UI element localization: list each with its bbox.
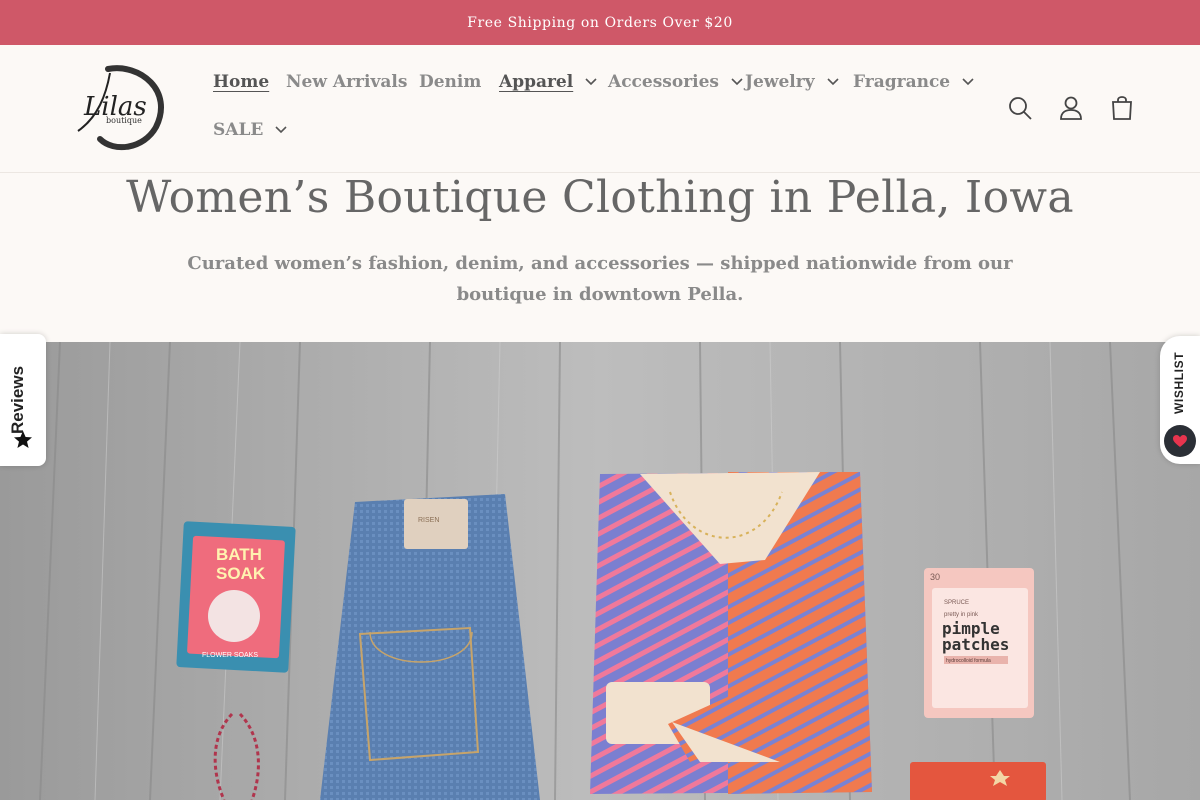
- announcement-text: Free Shipping on Orders Over $20: [467, 14, 733, 31]
- nav-jewelry[interactable]: Jewelry: [745, 72, 839, 92]
- nav-jewelry-label: Jewelry: [745, 72, 815, 92]
- wishlist-tab-label: WISHLIST: [1172, 351, 1186, 414]
- account-icon[interactable]: [1057, 94, 1085, 122]
- jeans-product: RISEN: [320, 494, 540, 800]
- bath-soak-product: BATH SOAK FLOWER SOAKS: [176, 521, 296, 673]
- star-icon: [14, 431, 32, 448]
- svg-text:RISEN: RISEN: [418, 517, 439, 524]
- svg-text:pretty in pink: pretty in pink: [944, 612, 979, 618]
- nav-apparel-label: Apparel: [499, 72, 574, 92]
- reviews-tab[interactable]: Reviews: [0, 334, 46, 466]
- chevron-down-icon: [585, 78, 597, 86]
- page-subtitle: Curated women’s fashion, denim, and acce…: [187, 253, 1013, 305]
- chevron-down-icon: [962, 78, 974, 86]
- nav-fragrance[interactable]: Fragrance: [853, 72, 974, 92]
- page-title: Women’s Boutique Clothing in Pella, Iowa: [126, 172, 1074, 223]
- nav-home[interactable]: Home: [213, 72, 269, 92]
- nav-denim[interactable]: Denim: [419, 72, 481, 92]
- wishlist-tab[interactable]: WISHLIST: [1160, 336, 1200, 464]
- heart-icon: [1164, 425, 1196, 457]
- nav-accessories-label: Accessories: [608, 72, 719, 92]
- svg-text:patches: patches: [942, 635, 1009, 654]
- logo-tagline: boutique: [106, 116, 142, 125]
- search-icon[interactable]: [1006, 94, 1034, 122]
- nav-new-arrivals[interactable]: New Arrivals: [286, 72, 407, 92]
- cart-icon[interactable]: [1108, 94, 1136, 122]
- svg-text:SOAK: SOAK: [216, 564, 266, 583]
- nav-sale-label: SALE: [213, 120, 264, 140]
- svg-text:SPRUCE: SPRUCE: [944, 600, 969, 606]
- nav-accessories[interactable]: Accessories: [608, 72, 743, 92]
- nav-denim-label: Denim: [419, 72, 482, 92]
- nav-fragrance-label: Fragrance: [853, 72, 951, 92]
- hero-flatlay-illustration: BATH SOAK FLOWER SOAKS RISEN 30 SPRUCE p…: [0, 342, 1200, 800]
- svg-text:FLOWER SOAKS: FLOWER SOAKS: [202, 652, 258, 659]
- brand-logo[interactable]: Lilas boutique: [70, 65, 166, 151]
- hero-image: BATH SOAK FLOWER SOAKS RISEN 30 SPRUCE p…: [0, 342, 1200, 800]
- svg-text:30: 30: [930, 572, 940, 582]
- nav-home-label: Home: [213, 72, 270, 92]
- nav-new-arrivals-label: New Arrivals: [286, 72, 408, 92]
- svg-text:BATH: BATH: [216, 545, 262, 564]
- reviews-tab-label: Reviews: [8, 365, 27, 434]
- chevron-down-icon: [731, 78, 743, 86]
- chevron-down-icon: [275, 126, 287, 134]
- svg-text:hydrocolloid formula: hydrocolloid formula: [946, 658, 991, 664]
- nav-apparel[interactable]: Apparel: [499, 72, 597, 92]
- site-header: Lilas boutique Home New Arrivals Denim A…: [0, 45, 1200, 173]
- chevron-down-icon: [827, 78, 839, 86]
- announcement-bar: Free Shipping on Orders Over $20: [0, 0, 1200, 45]
- sweater-product: [590, 472, 872, 794]
- nav-sale[interactable]: SALE: [213, 120, 287, 140]
- patches-product: 30 SPRUCE pretty in pink pimple patches …: [924, 568, 1034, 718]
